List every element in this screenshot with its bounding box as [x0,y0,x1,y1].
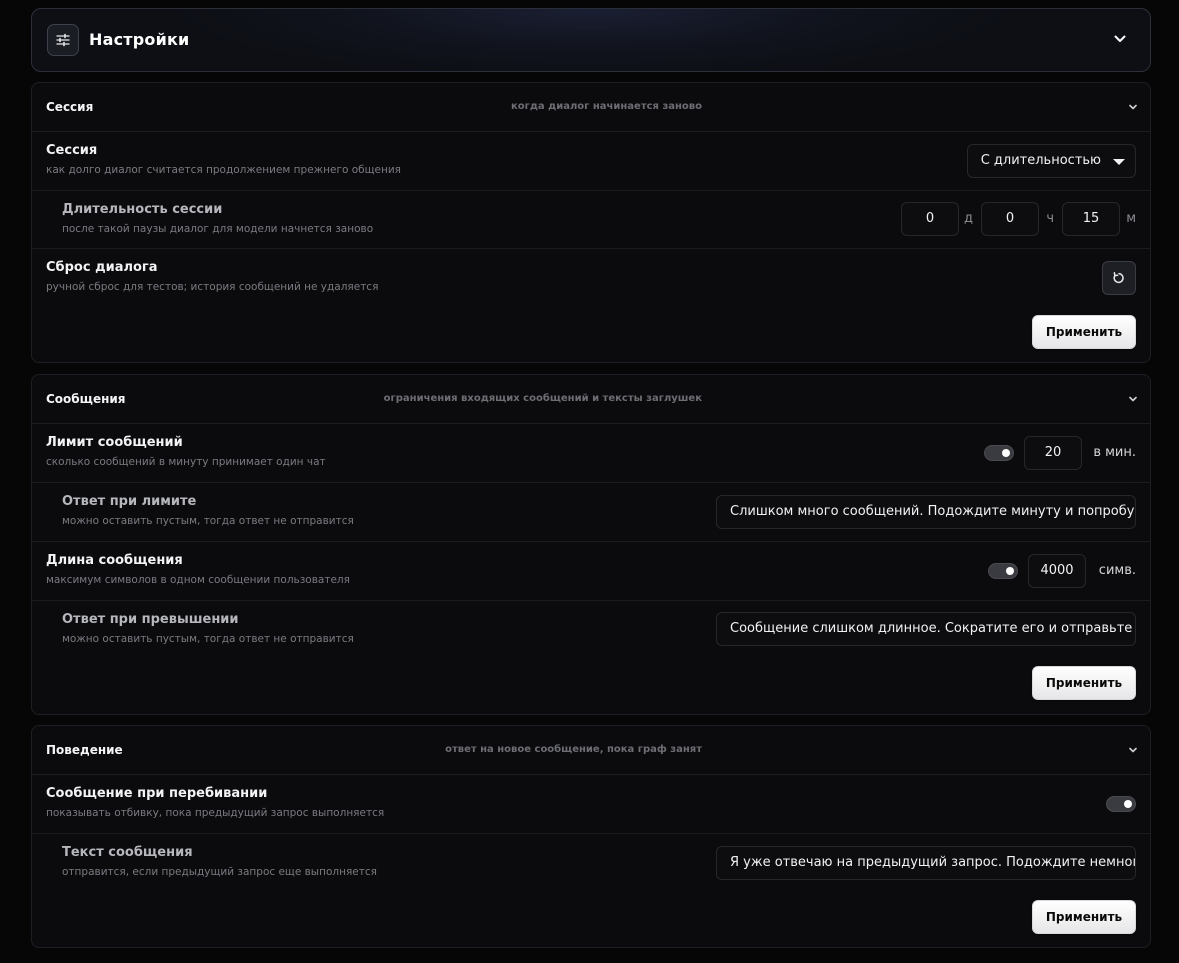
setting-label: Сброс диалога [46,260,158,275]
setting-description: как долго диалог считается продолжением … [46,164,401,176]
setting-description: максимум символов в одном сообщении поль… [46,574,350,586]
reset-dialog-button[interactable] [1102,261,1136,295]
message-limit-unit: в мин. [1093,445,1136,460]
setting-label: Длина сообщения [46,553,183,568]
setting-description: после такой паузы диалог для модели начн… [62,223,374,235]
limit-reply-input[interactable]: Слишком много сообщений. Подождите минут… [716,495,1136,529]
interrupt-text-row: Текст сообщения отправится, если предыду… [32,834,1150,948]
message-length-input[interactable]: 4000 [1028,554,1086,588]
card-description: когда диалог начинается заново [510,101,702,112]
setting-description: сколько сообщений в минуту принимает оди… [46,456,326,468]
page-title: Настройки [89,30,190,49]
minutes-unit: м [1126,211,1136,226]
setting-label: Ответ при лимите [62,494,197,509]
toggle-knob [1006,567,1014,575]
behavior-card-header[interactable]: Поведение ответ на новое сообщение, пока… [32,726,1150,775]
setting-description: можно оставить пустым, тогда ответ не от… [62,633,354,645]
session-card: Сессия когда диалог начинается заново Се… [31,82,1151,363]
setting-description: показывать отбивку, пока предыдущий запр… [46,807,385,819]
settings-header[interactable]: Настройки [31,8,1151,72]
message-length-unit: симв. [1098,563,1136,578]
setting-label: Лимит сообщений [46,435,183,450]
message-limit-toggle[interactable] [984,445,1014,461]
hours-input[interactable]: 0 [981,202,1039,236]
reset-dialog-row: Сброс диалога ручной сброс для тестов; и… [32,249,1150,363]
setting-label: Ответ при превышении [62,612,239,627]
setting-label: Сообщение при перебивании [46,786,268,801]
chevron-down-icon[interactable] [1128,394,1138,404]
session-card-header[interactable]: Сессия когда диалог начинается заново [32,83,1150,132]
setting-description: отправится, если предыдущий запрос еще в… [62,866,377,878]
setting-description: ручной сброс для тестов; история сообщен… [46,281,379,293]
days-input[interactable]: 0 [901,202,959,236]
card-description: ответ на новое сообщение, пока граф заня… [445,744,702,755]
reset-icon [1113,272,1124,284]
message-limit-input[interactable]: 20 [1024,436,1082,470]
select-value: С длительностью [980,153,1101,168]
sliders-icon [47,24,79,56]
interrupt-message-toggle[interactable] [1106,796,1136,812]
setting-label: Длительность сессии [62,202,223,217]
days-unit: д [964,211,973,226]
card-title: Сообщения [46,392,126,406]
messages-card: Сообщения ограничения входящих сообщений… [31,374,1151,715]
chevron-down-icon[interactable] [1128,745,1138,755]
session-row: Сессия как долго диалог считается продол… [32,132,1150,191]
message-length-toggle[interactable] [988,563,1018,579]
behavior-card: Поведение ответ на новое сообщение, пока… [31,725,1151,948]
length-reply-row: Ответ при превышении можно оставить пуст… [32,601,1150,715]
apply-button[interactable]: Применить [1032,666,1136,700]
toggle-knob [1124,800,1132,808]
hours-unit: ч [1046,211,1054,226]
setting-description: можно оставить пустым, тогда ответ не от… [62,515,354,527]
message-length-row: Длина сообщения максимум символов в одно… [32,542,1150,601]
card-title: Поведение [46,743,123,757]
session-mode-select[interactable]: С длительностью [966,144,1136,178]
minutes-input[interactable]: 15 [1062,202,1120,236]
apply-button[interactable]: Применить [1032,315,1136,349]
message-limit-row: Лимит сообщений сколько сообщений в мину… [32,424,1150,483]
setting-label: Сессия [46,143,98,158]
apply-button[interactable]: Применить [1032,900,1136,934]
toggle-knob [1002,449,1010,457]
setting-label: Текст сообщения [62,845,193,860]
interrupt-message-row: Сообщение при перебивании показывать отб… [32,775,1150,834]
interrupt-text-input[interactable]: Я уже отвечаю на предыдущий запрос. Подо… [716,846,1136,880]
chevron-down-icon[interactable] [1112,31,1128,47]
chevron-down-icon[interactable] [1128,102,1138,112]
caret-down-icon [1113,159,1125,165]
card-title: Сессия [46,100,94,114]
card-description: ограничения входящих сообщений и тексты … [383,393,702,404]
limit-reply-row: Ответ при лимите можно оставить пустым, … [32,483,1150,542]
length-reply-input[interactable]: Сообщение слишком длинное. Сократите его… [716,612,1136,646]
session-duration-row: Длительность сессии после такой паузы ди… [32,191,1150,249]
messages-card-header[interactable]: Сообщения ограничения входящих сообщений… [32,375,1150,424]
